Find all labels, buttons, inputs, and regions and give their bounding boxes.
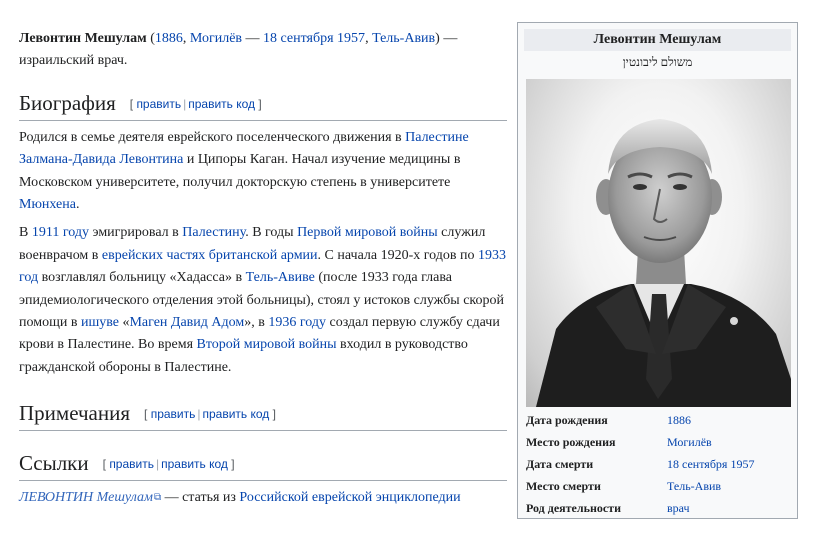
infobox-row-birth-date: Дата рождения 1886 (526, 409, 789, 431)
infobox-value-link[interactable]: Могилёв (667, 431, 789, 453)
edit-link[interactable]: править (109, 457, 154, 471)
link-1911[interactable]: 1911 году (32, 225, 89, 240)
article-content: Левонтин Мешулам (1886, Могилёв — 18 сен… (19, 28, 507, 510)
link-munich[interactable]: Мюнхена (19, 197, 76, 212)
external-link-encyclopedia-article[interactable]: ЛЕВОНТИН Мешулам⧉ (19, 490, 161, 505)
infobox-label: Дата смерти (526, 457, 594, 471)
article-subject-name: Левонтин Мешулам (19, 31, 147, 46)
link-1936[interactable]: 1936 году (268, 315, 326, 330)
infobox-row-death-date: Дата смерти 18 сентября 1957 (526, 453, 789, 475)
infobox-value-link[interactable]: врач (667, 497, 789, 519)
biography-paragraph-2: В 1911 году эмигрировал в Палестину. В г… (19, 225, 506, 375)
link-death-place[interactable]: Тель-Авив (372, 31, 435, 46)
edit-section-links: [ править | править код ] (144, 407, 276, 422)
infobox-value-link[interactable]: Тель-Авив (667, 475, 789, 497)
infobox-row-birth-place: Место рождения Могилёв (526, 431, 789, 453)
link-magen-david-adom[interactable]: Маген Давид Адом (129, 315, 244, 330)
edit-code-link[interactable]: править код (203, 407, 270, 421)
link-birth-place[interactable]: Могилёв (190, 31, 242, 46)
infobox: Левонтин Мешулам משולם ליבונטין Дата рож… (517, 22, 798, 519)
infobox-row-occupation: Род деятельности врач (526, 497, 789, 519)
infobox-subtitle: משולם ליבונטין (622, 55, 693, 69)
external-links-paragraph: ЛЕВОНТИН Мешулам⧉ — статья из Российской… (19, 490, 461, 506)
biography-paragraph-1: Родился в семье деятеля еврейского посел… (19, 129, 469, 213)
link-yishuv[interactable]: ишуве (81, 315, 119, 330)
link-russian-jewish-encyclopedia[interactable]: Российской еврейской энциклопедии (239, 490, 460, 505)
portrait-photo[interactable] (526, 79, 791, 407)
edit-link[interactable]: править (136, 97, 181, 111)
infobox-details: Дата рождения 1886 Место рождения Могилё… (518, 409, 797, 519)
infobox-value-link[interactable]: 1886 (667, 409, 789, 431)
link-zalman-david-levontin[interactable]: Залмана-Давида Левонтина (19, 152, 183, 167)
section-heading-biography: Биография[ править | править код ] (19, 89, 507, 121)
link-jewish-legion[interactable]: еврейских частях британской армии (102, 248, 318, 263)
infobox-label: Род деятельности (526, 501, 621, 515)
infobox-label: Место рождения (526, 435, 616, 449)
portrait-image (536, 119, 791, 407)
edit-section-links: [ править | править код ] (102, 457, 235, 472)
infobox-value-link[interactable]: 18 сентября 1957 (667, 453, 789, 475)
infobox-label: Дата рождения (526, 413, 608, 427)
link-wwii[interactable]: Второй мировой войны (197, 337, 337, 352)
edit-code-link[interactable]: править код (161, 457, 228, 471)
link-birth-year[interactable]: 1886 (155, 31, 183, 46)
link-palestine[interactable]: Палестине (405, 130, 469, 145)
edit-code-link[interactable]: править код (188, 97, 255, 111)
section-heading-notes: Примечания[ править | править код ] (19, 399, 507, 432)
edit-link[interactable]: править (151, 407, 196, 421)
section-heading-links: Ссылки[ править | править код ] (19, 449, 507, 482)
link-palestine-2[interactable]: Палестину (182, 225, 245, 240)
edit-section-links: [ править | править код ] (129, 96, 262, 111)
infobox-title: Левонтин Мешулам (524, 29, 791, 51)
link-tel-aviv[interactable]: Тель-Авиве (246, 270, 315, 285)
lead-paragraph: Левонтин Мешулам (1886, Могилёв — 18 сен… (19, 31, 458, 69)
infobox-label: Место смерти (526, 479, 601, 493)
infobox-row-death-place: Место смерти Тель-Авив (526, 475, 789, 497)
link-death-date[interactable]: 18 сентября 1957 (263, 31, 365, 46)
link-wwi[interactable]: Первой мировой войны (297, 225, 438, 240)
